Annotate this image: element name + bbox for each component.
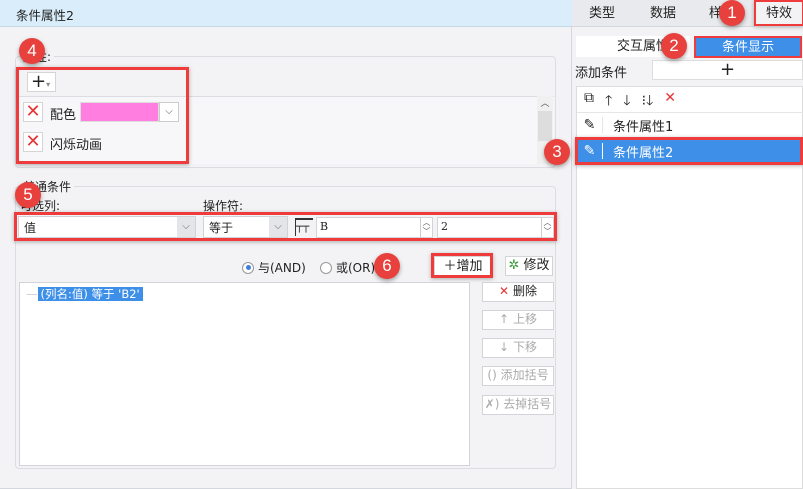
- delete-label: 删除: [512, 284, 537, 298]
- add-condition-plus-button[interactable]: +: [652, 60, 803, 80]
- add-bracket-button[interactable]: () 添加括号: [482, 366, 554, 386]
- remove-bracket-label: 去掉括号: [503, 397, 552, 411]
- add-condition-label: 添加条件: [575, 66, 628, 81]
- annotation-badge-4: 4: [19, 38, 45, 64]
- annotation-badge-2: 2: [661, 33, 687, 59]
- annotation-box-1: [754, 0, 803, 26]
- condition-item-1[interactable]: ✎ 条件属性1: [577, 112, 803, 137]
- arrow-down-icon: ↓: [499, 340, 510, 354]
- and-label: 与(AND): [258, 261, 306, 275]
- subtab-condition-display[interactable]: 条件显示: [694, 36, 802, 58]
- annotation-box-6: [431, 253, 493, 278]
- or-radio[interactable]: 或(OR): [320, 259, 375, 276]
- delete-icon[interactable]: ✕: [664, 90, 676, 114]
- remove-bracket-button[interactable]: ✗) 去掉括号: [482, 395, 554, 415]
- annotation-badge-6: 6: [374, 253, 400, 279]
- or-label: 或(OR): [336, 261, 376, 275]
- and-radio[interactable]: 与(AND): [242, 259, 306, 276]
- annotation-badge-5: 5: [15, 182, 41, 208]
- panel-title: 条件属性2: [0, 0, 572, 27]
- annotation-box-5: [14, 212, 557, 241]
- move-down-button[interactable]: ↓ 下移: [482, 338, 554, 358]
- gear-icon: ✲: [508, 258, 520, 273]
- move-down-icon[interactable]: 🡓: [623, 90, 630, 114]
- annotation-box-3: [575, 137, 803, 165]
- remove-bracket-icon: ✗): [484, 397, 500, 411]
- move-up-icon[interactable]: 🡑: [605, 90, 612, 114]
- annotation-box-4: [16, 67, 189, 164]
- condition-item-label: 条件属性1: [613, 119, 674, 135]
- tab-data[interactable]: 数据: [643, 0, 683, 27]
- condition-property-panel: 条件属性2 属性: ︿ +▾ ✕ 配色 ⌵ ✕ 闪烁动画 普通条件 可选列: 操…: [0, 0, 572, 489]
- condition-list-item[interactable]: (列名:值) 等于 'B2': [37, 287, 143, 301]
- move-bottom-icon[interactable]: ⁝🡓: [642, 90, 654, 114]
- add-bracket-label: 添加括号: [500, 368, 549, 382]
- arrow-up-icon: ↑: [499, 312, 510, 326]
- move-up-label: 上移: [512, 312, 537, 326]
- bracket-icon: (): [487, 368, 497, 382]
- modify-button[interactable]: ✲ 修改: [505, 256, 553, 276]
- radio-unchecked-icon: [320, 261, 332, 274]
- radio-checked-icon: [242, 261, 254, 274]
- annotation-badge-3: 3: [544, 139, 570, 165]
- move-up-button[interactable]: ↑ 上移: [482, 310, 554, 330]
- list-toolbar: ⧉ 🡑 🡓 ⁝🡓 ✕: [584, 90, 676, 114]
- edit-pencil-icon[interactable]: ✎: [577, 117, 603, 133]
- move-down-label: 下移: [512, 340, 537, 354]
- annotation-badge-1: 1: [719, 0, 745, 26]
- tab-type[interactable]: 类型: [582, 0, 622, 27]
- copy-icon[interactable]: ⧉: [584, 90, 594, 114]
- delete-x-icon: ✕: [499, 284, 510, 298]
- delete-button[interactable]: ✕ 删除: [482, 282, 554, 302]
- condition-list[interactable]: — (列名:值) 等于 'B2': [19, 282, 470, 466]
- right-settings-panel: 类型 数据 样式 特效 交互属性 条件显示 添加条件 + ⧉🡑🡓⁝🡓✕ ✎条件属…: [572, 0, 803, 489]
- modify-label: 修改: [523, 258, 550, 273]
